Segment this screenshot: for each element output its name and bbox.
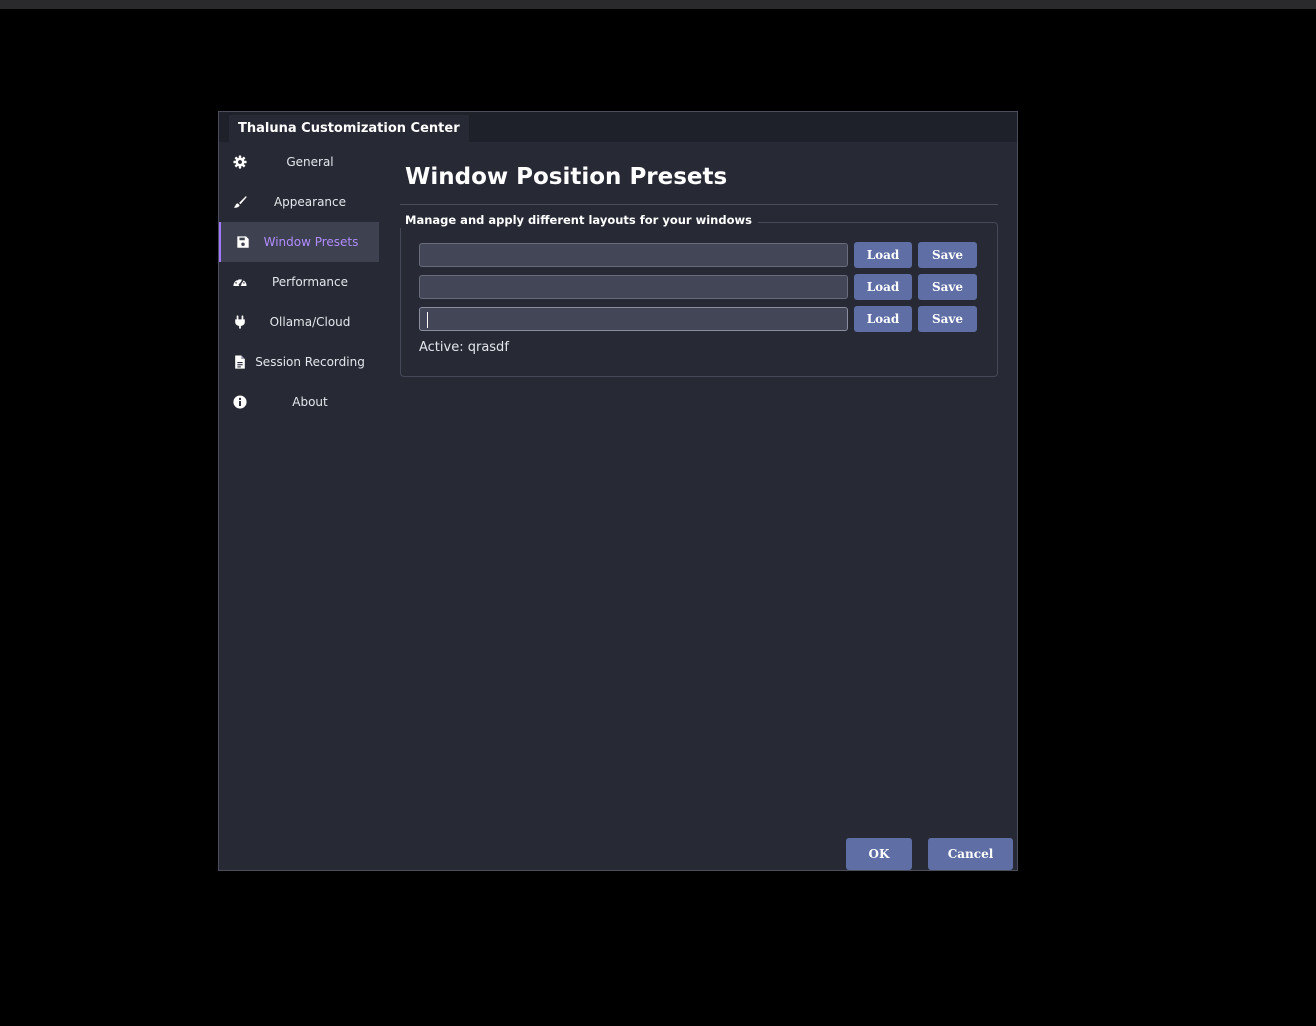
- sidebar-item-label: Performance: [271, 275, 349, 289]
- paintbrush-icon: [233, 195, 247, 209]
- gauge-icon: [233, 275, 247, 289]
- window-title: Thaluna Customization Center: [229, 115, 469, 142]
- group-title: Manage and apply different layouts for y…: [400, 212, 758, 228]
- active-preset-label: Active: qrasdf: [419, 340, 509, 355]
- sidebar-item-about[interactable]: About: [219, 382, 379, 422]
- load-button[interactable]: Load: [854, 306, 912, 332]
- customization-dialog: Thaluna Customization Center General App…: [218, 111, 1018, 871]
- page-title: Window Position Presets: [405, 164, 728, 190]
- top-strip: [0, 0, 1316, 9]
- ok-button[interactable]: OK: [846, 838, 912, 870]
- save-button[interactable]: Save: [918, 274, 977, 300]
- sidebar-item-performance[interactable]: Performance: [219, 262, 379, 302]
- sidebar-item-label: Window Presets: [263, 235, 359, 249]
- sidebar-item-label: Ollama/Cloud: [269, 315, 351, 329]
- document-icon: [233, 355, 247, 369]
- preset-row: Load Save: [419, 274, 978, 300]
- plug-icon: [233, 315, 247, 329]
- sidebar: General Appearance Window Presets Perfor…: [219, 142, 379, 422]
- preset-name-input[interactable]: [419, 275, 848, 299]
- save-button[interactable]: Save: [918, 242, 977, 268]
- preset-row: Load Save: [419, 306, 978, 332]
- sidebar-item-label: About: [292, 395, 328, 409]
- floppy-disk-icon: [236, 235, 250, 249]
- save-button[interactable]: Save: [918, 306, 977, 332]
- title-bar: Thaluna Customization Center: [219, 112, 1017, 142]
- sidebar-item-session-recording[interactable]: Session Recording: [219, 342, 379, 382]
- sidebar-item-general[interactable]: General: [219, 142, 379, 182]
- load-button[interactable]: Load: [854, 242, 912, 268]
- sidebar-item-label: Session Recording: [255, 355, 365, 369]
- preset-name-input[interactable]: [419, 307, 848, 331]
- preset-name-input[interactable]: [419, 243, 848, 267]
- cancel-button[interactable]: Cancel: [928, 838, 1013, 870]
- sidebar-item-label: Appearance: [273, 195, 347, 209]
- divider: [400, 204, 998, 205]
- sidebar-item-ollama-cloud[interactable]: Ollama/Cloud: [219, 302, 379, 342]
- gear-icon: [233, 155, 247, 169]
- load-button[interactable]: Load: [854, 274, 912, 300]
- sidebar-item-appearance[interactable]: Appearance: [219, 182, 379, 222]
- text-caret: [427, 312, 428, 328]
- sidebar-item-window-presets[interactable]: Window Presets: [219, 222, 379, 262]
- info-icon: [233, 395, 247, 409]
- preset-row: Load Save: [419, 242, 978, 268]
- sidebar-item-label: General: [286, 155, 334, 169]
